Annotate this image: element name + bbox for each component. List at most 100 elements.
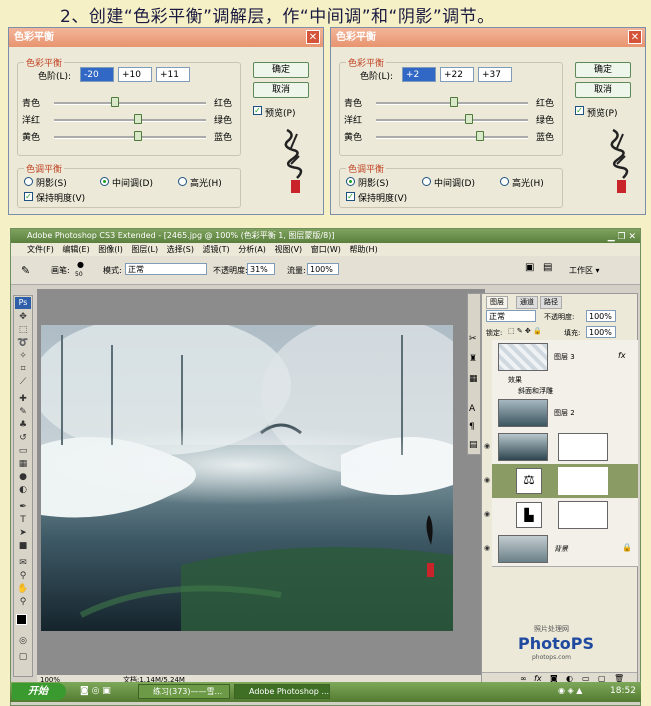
hand-tool-icon[interactable]: ✋ [17,584,29,595]
preserve-luminosity-checkbox[interactable]: ✓ [346,192,355,201]
panel-toggle-icon[interactable]: ▣ [525,262,534,273]
visibility-eye-icon[interactable]: ◉ [484,510,491,518]
slider-thumb-magenta-green[interactable] [133,114,142,124]
visibility-eye-icon[interactable]: ◉ [484,442,491,450]
notes-tool-icon[interactable]: ✉ [17,558,29,569]
menu-window[interactable]: 窗口(W) [311,245,341,254]
slider-track[interactable] [376,136,528,139]
tab-layers[interactable]: 图层 [486,296,508,309]
ok-button[interactable]: 确定 [253,62,309,78]
menu-analysis[interactable]: 分析(A) [238,245,266,254]
menu-layer[interactable]: 图层(L) [131,245,158,254]
slider-track[interactable] [376,119,528,122]
dodge-tool-icon[interactable]: ◐ [17,485,29,496]
lasso-tool-icon[interactable]: ➰ [17,338,29,349]
cancel-button[interactable]: 取消 [253,82,309,98]
preview-checkbox[interactable]: ✓ [575,106,584,115]
flow-input[interactable]: 100% [307,263,339,275]
slider-thumb-cyan-red[interactable] [449,97,458,107]
layer-row[interactable]: 图层 2 [492,396,638,431]
menu-help[interactable]: 帮助(H) [349,245,377,254]
paragraph-icon[interactable]: ¶ [469,422,475,432]
slider-thumb-yellow-blue[interactable] [476,131,485,141]
menu-filter[interactable]: 滤镜(T) [203,245,230,254]
level-input-magenta-green[interactable]: +22 [440,67,474,82]
tray-icons[interactable]: ◉ ◈ ▲ [558,686,582,695]
menu-select[interactable]: 选择(S) [167,245,194,254]
brush-tool-icon[interactable]: ✎ [17,407,29,418]
blur-tool-icon[interactable]: ● [17,472,29,483]
navigator-icon[interactable]: ✂ [469,334,477,344]
actions-icon[interactable]: ▦ [469,374,478,384]
quick-mask-icon[interactable]: ◎ [17,636,29,647]
radio-midtones[interactable] [422,177,431,186]
slider-track[interactable] [54,136,206,139]
preserve-luminosity-checkbox[interactable]: ✓ [24,192,33,201]
move-tool-icon[interactable]: ✥ [17,312,29,323]
history-brush-icon[interactable]: ↺ [17,433,29,444]
cancel-button[interactable]: 取消 [575,82,631,98]
opacity-input[interactable]: 31% [247,263,275,275]
radio-highlights[interactable] [500,177,509,186]
layer-row[interactable]: ◉ ▙ [484,498,638,533]
tab-paths[interactable]: 路径 [540,296,562,309]
level-input-magenta-green[interactable]: +10 [118,67,152,82]
magic-wand-icon[interactable]: ✧ [17,351,29,362]
level-input-cyan-red[interactable]: -20 [80,67,114,82]
layer-row[interactable]: 图层 3 fx [492,340,638,375]
gradient-tool-icon[interactable]: ▦ [17,459,29,470]
window-controls-icon[interactable]: ▁ ❐ ✕ [608,230,636,244]
mode-select[interactable]: 正常 [125,263,207,275]
start-button[interactable]: 开始 [12,683,66,700]
tab-channels[interactable]: 通道 [516,296,538,309]
menu-image[interactable]: 图像(I) [98,245,123,254]
slider-track[interactable] [54,119,206,122]
shape-tool-icon[interactable]: ■ [17,541,29,552]
character-icon[interactable]: A [469,404,475,414]
brush-preview-icon[interactable]: ● [77,260,84,269]
fx-icon[interactable]: fx [618,351,626,360]
blend-mode-select[interactable]: 正常 [486,310,536,322]
bridge-icon[interactable]: ▤ [543,262,552,273]
level-input-yellow-blue[interactable]: +11 [156,67,190,82]
screen-mode-icon[interactable]: ▢ [17,652,29,663]
radio-shadows[interactable] [346,177,355,186]
fill-input[interactable]: 100% [586,326,616,338]
type-tool-icon[interactable]: T [17,515,29,526]
radio-shadows[interactable] [24,177,33,186]
tool-presets-icon[interactable]: ▤ [469,440,478,450]
slider-track[interactable] [54,102,206,105]
crop-tool-icon[interactable]: ⌗ [17,364,29,375]
layer-row-background[interactable]: ◉ 背景 🔒 [484,532,638,567]
close-icon[interactable]: ✕ [628,30,642,44]
visibility-eye-icon[interactable]: ◉ [484,476,491,484]
eyedropper-tool-icon[interactable]: ⚲ [17,571,29,582]
brush-tool-icon[interactable]: ✎ [21,264,30,277]
layer-row-color-balance[interactable]: ◉ ⚖ [484,464,638,499]
level-input-cyan-red[interactable]: +2 [402,67,436,82]
pen-tool-icon[interactable]: ✒ [17,502,29,513]
zoom-tool-icon[interactable]: ⚲ [17,597,29,608]
preview-checkbox[interactable]: ✓ [253,106,262,115]
slider-thumb-magenta-green[interactable] [464,114,473,124]
menu-edit[interactable]: 编辑(E) [62,245,89,254]
marquee-tool-icon[interactable]: ⬚ [17,325,29,336]
healing-tool-icon[interactable]: ✚ [17,394,29,405]
stamp-tool-icon[interactable]: ♣ [17,420,29,431]
slice-tool-icon[interactable]: ⟋ [17,377,29,388]
foreground-color-swatch[interactable] [16,614,27,625]
visibility-eye-icon[interactable]: ◉ [484,544,491,552]
quick-launch-icons[interactable]: ◙ ◎ ▣ [80,686,111,696]
close-icon[interactable]: ✕ [306,30,320,44]
slider-thumb-cyan-red[interactable] [110,97,119,107]
path-select-icon[interactable]: ➤ [17,528,29,539]
history-icon[interactable]: ♜ [469,354,477,364]
layer-opacity-input[interactable]: 100% [586,310,616,322]
menu-view[interactable]: 视图(V) [274,245,302,254]
layer-row[interactable]: ◉ [484,430,638,465]
radio-highlights[interactable] [178,177,187,186]
taskbar-item-exercise[interactable]: 练习(373)——雪... [138,684,230,699]
level-input-yellow-blue[interactable]: +37 [478,67,512,82]
slider-thumb-yellow-blue[interactable] [134,131,143,141]
eraser-tool-icon[interactable]: ▭ [17,446,29,457]
